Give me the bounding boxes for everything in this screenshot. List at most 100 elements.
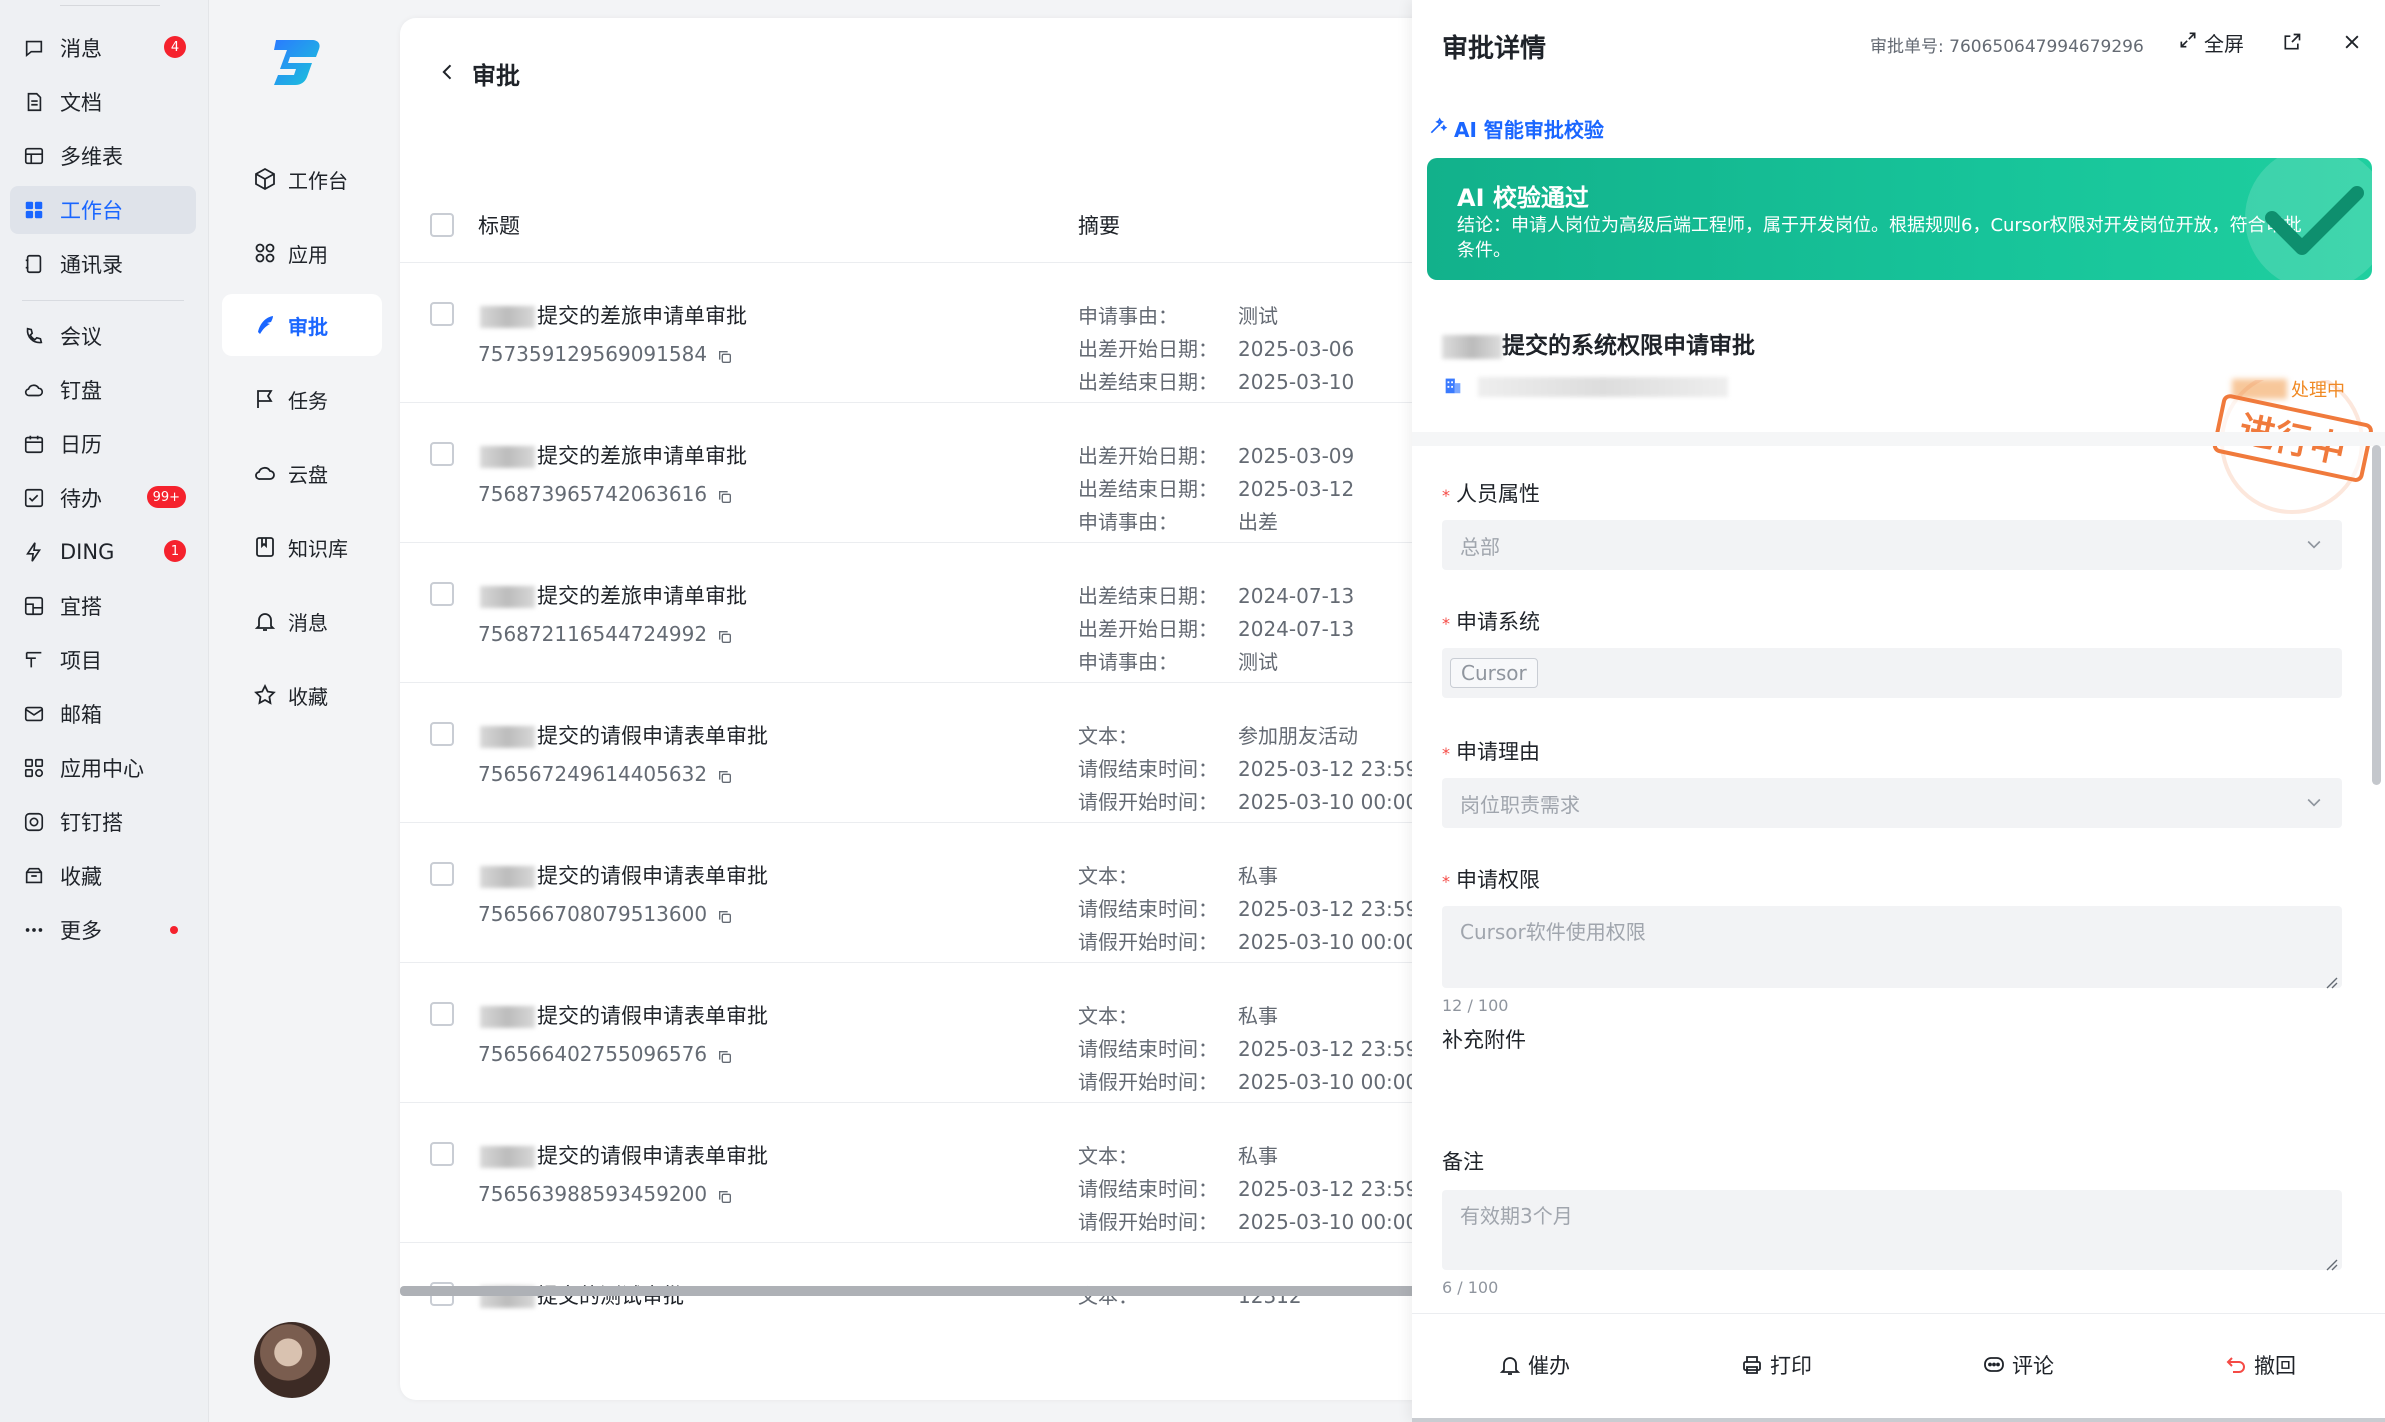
row-checkbox[interactable] xyxy=(430,862,454,886)
approval-number: 审批单号: 760650647994679296 xyxy=(1870,37,2144,57)
system-tag: Cursor xyxy=(1450,658,1538,688)
nav-item-label: 通讯录 xyxy=(60,253,123,277)
sub-nav-knowledge[interactable]: 知识库 xyxy=(222,516,382,578)
row-checkbox[interactable] xyxy=(430,582,454,606)
sub-nav-label: 云盘 xyxy=(288,462,328,487)
nav-item-docs[interactable]: 文档 xyxy=(10,78,196,126)
sub-nav-apps[interactable]: 应用 xyxy=(222,222,382,284)
document-icon xyxy=(22,90,46,114)
vertical-scrollbar[interactable] xyxy=(2372,445,2381,785)
back-arrow-icon[interactable] xyxy=(438,60,458,88)
approval-list-panel: 审批 标题 摘要 提交的差旅申请单审批 757359129569091584 申请事… xyxy=(400,18,1430,1400)
nav-item-workbench[interactable]: 工作台 xyxy=(10,186,196,234)
comment-button[interactable]: 评论 xyxy=(1982,1350,2054,1380)
select-all-checkbox[interactable] xyxy=(430,213,454,237)
sub-nav-messages[interactable]: 消息 xyxy=(222,590,382,652)
urge-button[interactable]: 催办 xyxy=(1498,1350,1570,1380)
sub-nav-workbench[interactable]: 工作台 xyxy=(222,148,382,210)
summary-line: 申请事由： 出差 xyxy=(1078,510,1278,534)
copy-icon[interactable] xyxy=(717,1186,733,1203)
summary-line: 出差开始日期： 2024-07-13 xyxy=(1078,617,1355,641)
drawer-title: 审批详情 xyxy=(1442,34,1547,64)
resize-grip-icon[interactable] xyxy=(2324,1252,2338,1271)
row-checkbox[interactable] xyxy=(430,442,454,466)
copy-icon[interactable] xyxy=(717,1046,733,1063)
copy-icon[interactable] xyxy=(717,906,733,923)
personnel-select[interactable]: 总部 xyxy=(1442,520,2342,570)
redacted-org xyxy=(1478,377,1728,397)
header-divider xyxy=(400,262,1430,263)
sub-nav-label: 审批 xyxy=(288,314,328,339)
todo-icon xyxy=(22,486,46,510)
nav-item-messages[interactable]: 消息 4 xyxy=(10,24,196,72)
ai-check-link[interactable]: AI 智能审批校验 xyxy=(1428,114,1604,143)
nav-item-mail[interactable]: 邮箱 xyxy=(10,690,196,738)
sub-nav-approval[interactable]: 审批 xyxy=(222,294,382,356)
nav-item-favorites[interactable]: 收藏 xyxy=(10,852,196,900)
revoke-button[interactable]: 撤回 xyxy=(2224,1350,2296,1380)
nav-item-todo[interactable]: 待办 99+ xyxy=(10,474,196,522)
row-id: 756873965742063616 xyxy=(478,482,733,506)
row-title[interactable]: 提交的请假申请表单审批 xyxy=(478,1140,768,1170)
permission-textarea[interactable]: Cursor软件使用权限 xyxy=(1442,906,2342,989)
nav-item-meeting[interactable]: 会议 xyxy=(10,312,196,360)
row-title[interactable]: 提交的请假申请表单审批 xyxy=(478,1000,768,1030)
row-checkbox[interactable] xyxy=(430,1142,454,1166)
nav-item-label: 项目 xyxy=(60,649,102,673)
row-title[interactable]: 提交的差旅申请单审批 xyxy=(478,440,747,470)
nav-item-contacts[interactable]: 通讯录 xyxy=(10,240,196,288)
nav-item-multitable[interactable]: 多维表 xyxy=(10,132,196,180)
chevron-down-icon xyxy=(2304,534,2324,554)
copy-icon[interactable] xyxy=(717,766,733,783)
row-title[interactable]: 提交的差旅申请单审批 xyxy=(478,580,747,610)
row-title[interactable]: 提交的请假申请表单审批 xyxy=(478,860,768,890)
star-icon xyxy=(252,682,278,708)
horizontal-scrollbar[interactable] xyxy=(400,1286,1430,1296)
row-id: 756563988593459200 xyxy=(478,1182,733,1206)
user-avatar[interactable] xyxy=(254,1322,330,1398)
nav-item-label: 工作台 xyxy=(60,199,123,223)
nav-item-label: 消息 xyxy=(60,37,102,61)
row-checkbox[interactable] xyxy=(430,302,454,326)
row-checkbox[interactable] xyxy=(430,722,454,746)
nav-item-ding[interactable]: DING 1 xyxy=(10,528,196,576)
copy-icon[interactable] xyxy=(717,346,733,363)
remark-textarea[interactable]: 有效期3个月 xyxy=(1442,1190,2342,1271)
nav-divider xyxy=(22,300,184,301)
sub-nav-cloud[interactable]: 云盘 xyxy=(222,442,382,504)
sub-nav-label: 工作台 xyxy=(288,168,348,193)
fullscreen-button[interactable]: 全屏 xyxy=(2172,28,2244,57)
print-button[interactable]: 打印 xyxy=(1740,1350,1812,1380)
nav-item-dingda[interactable]: 钉钉搭 xyxy=(10,798,196,846)
sub-nav-tasks[interactable]: 任务 xyxy=(222,368,382,430)
section-divider xyxy=(1412,432,2385,446)
lightning-icon xyxy=(22,540,46,564)
nav-item-yida[interactable]: 宜搭 xyxy=(10,582,196,630)
row-id: 757359129569091584 xyxy=(478,342,733,366)
close-icon[interactable] xyxy=(2342,32,2364,54)
sub-nav-favorites[interactable]: 收藏 xyxy=(222,664,382,726)
nav-item-more[interactable]: 更多 xyxy=(10,906,196,954)
row-title[interactable]: 提交的差旅申请单审批 xyxy=(478,300,747,330)
summary-line: 出差结束日期： 2025-03-10 xyxy=(1078,370,1355,394)
reason-select[interactable]: 岗位职责需求 xyxy=(1442,778,2342,828)
row-title[interactable]: 提交的请假申请表单审批 xyxy=(478,720,768,750)
nav-item-label: 邮箱 xyxy=(60,703,102,727)
row-id: 756566708079513600 xyxy=(478,902,733,926)
row-checkbox[interactable] xyxy=(430,1002,454,1026)
nav-item-calendar[interactable]: 日历 xyxy=(10,420,196,468)
copy-icon[interactable] xyxy=(717,486,733,503)
sidebar-top-divider xyxy=(60,0,160,6)
notification-dot xyxy=(170,926,178,934)
summary-line: 请假结束时间： 2025-03-12 23:59: xyxy=(1078,1037,1425,1061)
nav-item-project[interactable]: 项目 xyxy=(10,636,196,684)
ai-check-label: AI 智能审批校验 xyxy=(1454,118,1604,142)
resize-grip-icon[interactable] xyxy=(2324,970,2338,989)
system-select[interactable]: Cursor xyxy=(1442,648,2342,698)
copy-icon[interactable] xyxy=(717,626,733,643)
nav-item-app-center[interactable]: 应用中心 xyxy=(10,744,196,792)
sub-nav-label: 收藏 xyxy=(288,684,328,709)
summary-line: 请假结束时间： 2025-03-12 23:59: xyxy=(1078,897,1425,921)
nav-item-dingpan[interactable]: 钉盘 xyxy=(10,366,196,414)
open-external-icon[interactable] xyxy=(2282,32,2304,54)
